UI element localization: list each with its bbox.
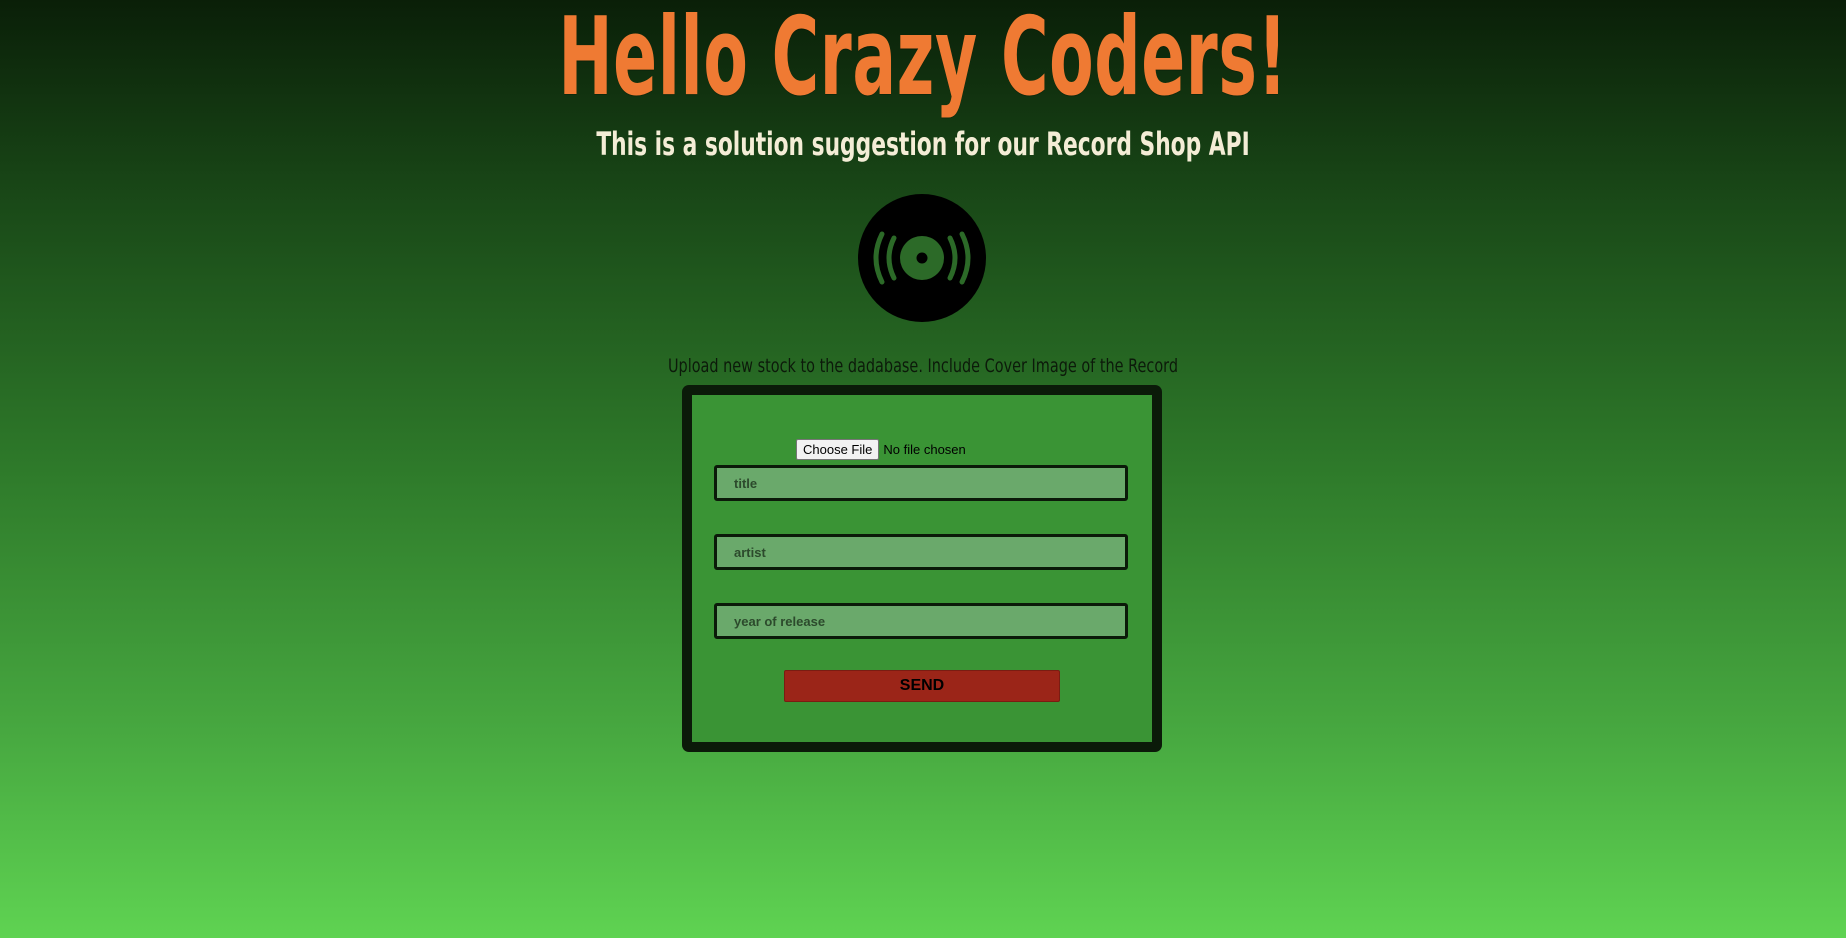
upload-caption: Upload new stock to the dadabase. Includ…	[667, 355, 1179, 377]
title-input[interactable]	[714, 465, 1128, 501]
file-picker: Choose File No file chosen	[796, 438, 966, 460]
page-subtitle: This is a solution suggestion for our Re…	[596, 125, 1250, 163]
upload-form: Choose File No file chosen SEND	[692, 395, 1152, 742]
page: Hello Crazy Coders! This is a solution s…	[0, 0, 1846, 938]
page-title: Hello Crazy Coders!	[558, 0, 1288, 120]
year-of-release-input[interactable]	[714, 603, 1128, 639]
choose-file-button[interactable]: Choose File	[796, 438, 880, 460]
artist-input[interactable]	[714, 534, 1128, 570]
send-button[interactable]: SEND	[784, 670, 1060, 702]
upload-form-frame: Choose File No file chosen SEND	[682, 385, 1162, 752]
vinyl-record-icon	[858, 194, 986, 322]
file-status: No file chosen	[883, 441, 966, 457]
